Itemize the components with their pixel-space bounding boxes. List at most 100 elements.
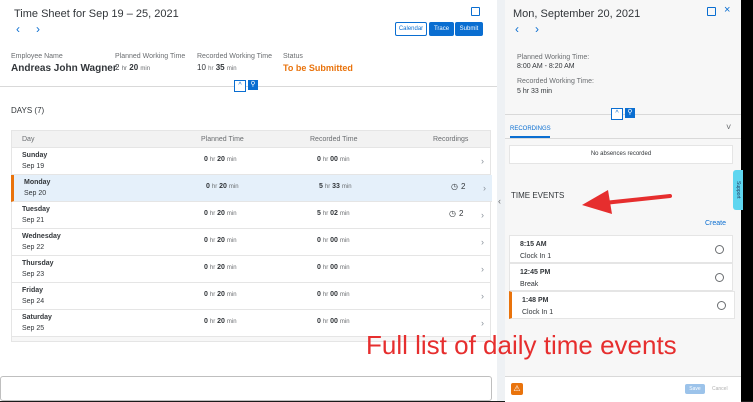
- col-recorded: Recorded Time: [310, 136, 358, 143]
- close-icon[interactable]: ×: [724, 4, 730, 16]
- day-name: Saturday: [22, 314, 52, 321]
- table-row[interactable]: Monday Sep 20 0 hr 20 min 5 hr 33 min ◷ 2 ›: [11, 175, 492, 202]
- recorded-time-cell: 0 hr 00 min: [317, 291, 350, 298]
- warning-icon[interactable]: ⚠: [511, 383, 523, 395]
- col-day: Day: [22, 136, 35, 143]
- table-row[interactable]: Wednesday Sep 22 0 hr 20 min 0 hr 00 min ›: [12, 229, 490, 256]
- tabs-chevron-down-icon[interactable]: ˅: [726, 122, 731, 132]
- row-chevron-icon[interactable]: ›: [481, 210, 484, 220]
- cancel-button[interactable]: Cancel: [712, 384, 728, 394]
- detail-pin-icon[interactable]: ⚲: [625, 108, 635, 118]
- split-chevron-icon[interactable]: ‹: [498, 196, 501, 206]
- day-date: Sep 21: [22, 217, 45, 224]
- time-event-item[interactable]: 1:48 PM Clock In 1: [509, 291, 735, 319]
- planned-time-cell: 0 hr 20 min: [204, 318, 237, 325]
- recorded-time-cell: 0 hr 00 min: [317, 237, 350, 244]
- planned-time-cell: 0 hr 20 min: [206, 183, 239, 190]
- time-event-item[interactable]: 8:15 AM Clock In 1: [509, 235, 733, 263]
- event-user-icon[interactable]: [717, 301, 726, 310]
- recorded-time-value: 10 hr 35 min: [197, 63, 237, 72]
- day-name: Wednesday: [22, 233, 61, 240]
- day-name: Thursday: [22, 260, 54, 267]
- recordings-clock-icon: ◷: [451, 182, 458, 191]
- absences-card: No absences recorded: [509, 145, 733, 164]
- detail-footer: ⚠ Save Cancel: [505, 376, 741, 402]
- event-type: Break: [520, 281, 539, 288]
- day-date: Sep 20: [24, 190, 47, 197]
- event-time: 1:48 PM: [522, 297, 549, 304]
- day-date: Sep 23: [22, 271, 45, 278]
- planned-time-label: Planned Working Time: [115, 53, 186, 60]
- row-chevron-icon[interactable]: ›: [481, 291, 484, 301]
- save-button[interactable]: Save: [685, 384, 705, 394]
- employee-name: Andreas John Wagner: [11, 63, 117, 74]
- table-row[interactable]: Sunday Sep 19 0 hr 20 min 0 hr 00 min ›: [12, 148, 490, 175]
- no-absences-text: No absences recorded: [590, 151, 652, 157]
- recorded-time-cell: 0 hr 00 min: [317, 264, 350, 271]
- annotation-arrow-icon: [582, 190, 672, 214]
- recordings-count: 2: [459, 209, 464, 218]
- day-name: Tuesday: [22, 206, 50, 213]
- row-chevron-icon[interactable]: ›: [481, 156, 484, 166]
- day-date: Sep 25: [22, 325, 45, 332]
- event-type: Clock In 1: [522, 309, 554, 316]
- recorded-time-cell: 5 hr 33 min: [319, 183, 352, 190]
- table-row[interactable]: Friday Sep 24 0 hr 20 min 0 hr 00 min ›: [12, 283, 490, 310]
- event-type: Clock In 1: [520, 253, 552, 260]
- collapse-header-icon[interactable]: ^: [234, 80, 246, 92]
- detail-fullscreen-icon[interactable]: [707, 7, 716, 16]
- days-table-header: Day Planned Time Recorded Time Recording…: [12, 131, 490, 148]
- annotation-caption: Full list of daily time events: [366, 330, 677, 360]
- detail-recorded-label: Recorded Working Time:: [517, 78, 594, 85]
- next-week-icon[interactable]: ›: [36, 22, 40, 36]
- detail-planned-value: 8:00 AM - 8:20 AM: [517, 63, 575, 70]
- detail-recorded-value: 5 hr 33 min: [517, 88, 553, 95]
- day-name: Monday: [24, 179, 51, 186]
- col-planned: Planned Time: [201, 136, 244, 143]
- detail-divider: [505, 114, 741, 115]
- planned-time-cell: 0 hr 20 min: [204, 291, 237, 298]
- support-tab[interactable]: Support: [733, 170, 743, 210]
- day-date: Sep 24: [22, 298, 45, 305]
- detail-collapse-icon[interactable]: ^: [611, 108, 623, 120]
- recorded-time-cell: 5 hr 02 min: [317, 210, 350, 217]
- tab-recordings[interactable]: RECORDINGS: [510, 126, 551, 132]
- recordings-count: 2: [461, 182, 466, 191]
- planned-time-value: 2 hr 20 min: [115, 63, 151, 72]
- timesheet-title: Time Sheet for Sep 19 – 25, 2021: [14, 8, 179, 20]
- col-recordings: Recordings: [433, 136, 469, 143]
- trace-button[interactable]: Trace: [429, 22, 454, 36]
- employee-label: Employee Name: [11, 53, 63, 60]
- day-date: Sep 22: [22, 244, 45, 251]
- fullscreen-icon[interactable]: [471, 7, 480, 16]
- day-name: Sunday: [22, 152, 48, 159]
- event-time: 12:45 PM: [520, 269, 551, 276]
- time-event-item[interactable]: 12:45 PM Break: [509, 263, 733, 291]
- pin-header-icon[interactable]: ⚲: [248, 80, 258, 90]
- prev-day-icon[interactable]: ‹: [515, 22, 519, 36]
- time-events-title: TIME EVENTS: [511, 191, 565, 200]
- create-link[interactable]: Create: [705, 220, 726, 227]
- days-table: Day Planned Time Recorded Time Recording…: [11, 130, 492, 342]
- status-label: Status: [283, 53, 303, 60]
- recorded-time-label: Recorded Working Time: [197, 53, 272, 60]
- planned-time-cell: 0 hr 20 min: [204, 237, 237, 244]
- row-chevron-icon[interactable]: ›: [483, 183, 486, 193]
- row-chevron-icon[interactable]: ›: [481, 264, 484, 274]
- event-user-icon[interactable]: [715, 245, 724, 254]
- next-day-icon[interactable]: ›: [535, 22, 539, 36]
- tabs-divider: [505, 138, 741, 139]
- event-user-icon[interactable]: [715, 273, 724, 282]
- row-chevron-icon[interactable]: ›: [481, 237, 484, 247]
- event-time: 8:15 AM: [520, 241, 547, 248]
- bottom-input-bar[interactable]: [0, 376, 492, 401]
- day-detail-title: Mon, September 20, 2021: [513, 8, 641, 20]
- table-row[interactable]: Thursday Sep 23 0 hr 20 min 0 hr 00 min ›: [12, 256, 490, 283]
- row-chevron-icon[interactable]: ›: [481, 318, 484, 328]
- calendar-button[interactable]: Calendar: [395, 22, 427, 36]
- submit-button[interactable]: Submit: [455, 22, 483, 36]
- prev-week-icon[interactable]: ‹: [16, 22, 20, 36]
- day-name: Friday: [22, 287, 44, 294]
- detail-planned-label: Planned Working Time:: [517, 54, 590, 61]
- table-row[interactable]: Tuesday Sep 21 0 hr 20 min 5 hr 02 min ◷ 2 ›: [12, 202, 490, 229]
